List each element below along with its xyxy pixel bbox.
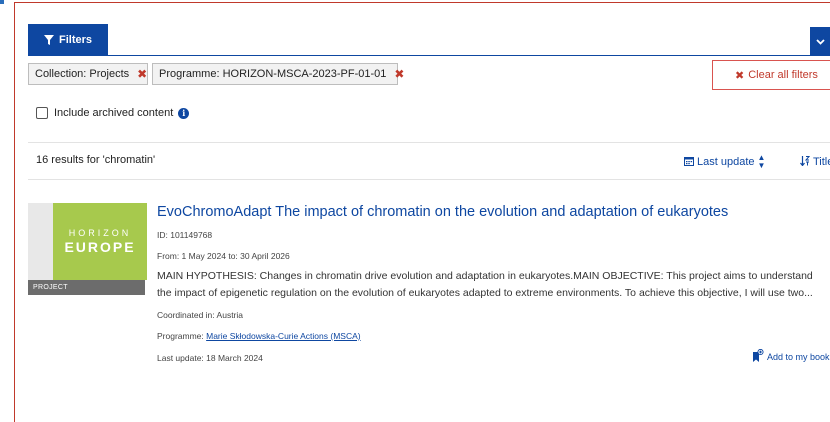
add-to-bookmarks-button[interactable]: Add to my bookl bbox=[752, 348, 830, 365]
filters-tab[interactable]: Filters bbox=[28, 24, 108, 55]
sort-title-button[interactable]: Title ▲▼ bbox=[800, 154, 830, 170]
archived-checkbox[interactable] bbox=[36, 107, 48, 119]
programme-link[interactable]: Marie Skłodowska-Curie Actions (MSCA) bbox=[206, 331, 360, 341]
result-programme: Programme: Marie Skłodowska-Curie Action… bbox=[157, 331, 361, 341]
result-id: ID: 101149768 bbox=[157, 230, 213, 240]
filter-bar: Filters bbox=[28, 24, 830, 56]
archived-toggle: Include archived content i bbox=[36, 107, 190, 119]
result-title-link[interactable]: EvoChromoAdapt The impact of chromatin o… bbox=[157, 204, 728, 220]
archived-label: Include archived content bbox=[54, 107, 174, 119]
sort-arrows-icon: ▲ ▼ bbox=[757, 153, 766, 170]
remove-chip-icon[interactable]: ✖ bbox=[137, 67, 147, 81]
filter-chip-label: Collection: Projects bbox=[35, 68, 130, 80]
results-header: 16 results for 'chromatin' Last update ▲… bbox=[28, 142, 830, 180]
thumbnail-type-label: PROJECT bbox=[28, 280, 145, 295]
calendar-icon bbox=[684, 156, 697, 169]
info-icon[interactable]: i bbox=[178, 107, 190, 119]
sort-alpha-icon bbox=[800, 155, 813, 169]
funnel-icon bbox=[43, 34, 54, 45]
sort-last-update-button[interactable]: Last update ▲ ▼ bbox=[684, 154, 765, 170]
remove-chip-icon[interactable]: ✖ bbox=[394, 67, 404, 81]
bookmark-label: Add to my bookl bbox=[767, 352, 830, 362]
logo-line-2: EUROPE bbox=[64, 239, 136, 255]
result-description: MAIN HYPOTHESIS: Changes in chromatin dr… bbox=[157, 270, 813, 299]
result-coordinated-in: Coordinated in: Austria bbox=[157, 310, 243, 320]
logo-line-1: HORIZON bbox=[68, 228, 132, 238]
sort-last-update-label: Last update bbox=[697, 156, 755, 168]
corner-marker bbox=[0, 0, 4, 4]
horizon-europe-logo: HORIZON EUROPE bbox=[53, 203, 147, 280]
programme-prefix: Programme: bbox=[157, 331, 207, 341]
clear-all-label: Clear all filters bbox=[748, 69, 818, 81]
expand-filters-button[interactable] bbox=[810, 27, 830, 55]
filter-chip-collection: Collection: Projects ✖ bbox=[28, 63, 148, 85]
clear-all-filters-button[interactable]: ✖ Clear all filters bbox=[712, 60, 830, 90]
close-icon: ✖ bbox=[735, 69, 745, 82]
result-last-update: Last update: 18 March 2024 bbox=[157, 353, 263, 363]
bookmark-plus-icon bbox=[752, 348, 767, 365]
filter-chip-programme: Programme: HORIZON-MSCA-2023-PF-01-01 ✖ bbox=[152, 63, 404, 85]
sort-title-label: Title bbox=[813, 156, 830, 168]
result-dates: From: 1 May 2024 to: 30 April 2026 bbox=[157, 251, 290, 261]
filters-tab-label: Filters bbox=[58, 33, 92, 46]
chevron-down-icon bbox=[815, 32, 825, 50]
filter-chip-label: Programme: HORIZON-MSCA-2023-PF-01-01 bbox=[159, 68, 387, 80]
results-count: 16 results for 'chromatin' bbox=[36, 154, 156, 166]
project-thumbnail[interactable]: HORIZON EUROPE PROJECT bbox=[28, 203, 147, 295]
